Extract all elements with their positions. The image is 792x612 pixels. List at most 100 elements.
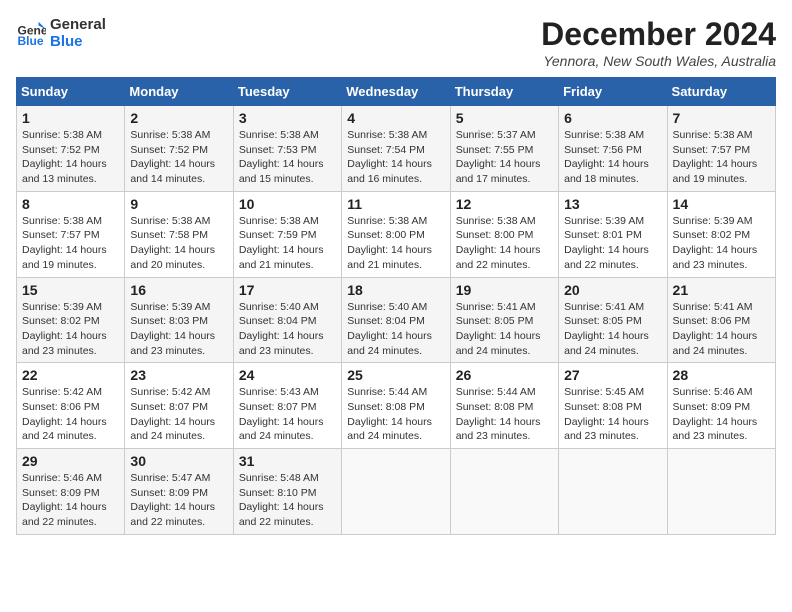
day-number: 22 [22,367,119,383]
daylight-label: Daylight: 14 hoursand 24 minutes. [347,416,432,443]
sunrise-label: Sunrise: 5:38 AM [130,129,210,141]
day-info: Sunrise: 5:40 AM Sunset: 8:04 PM Dayligh… [347,300,444,359]
daylight-label: Daylight: 14 hoursand 19 minutes. [673,158,758,185]
sunset-label: Sunset: 7:57 PM [673,144,751,156]
sunrise-label: Sunrise: 5:44 AM [456,386,536,398]
sunrise-label: Sunrise: 5:39 AM [22,301,102,313]
day-info: Sunrise: 5:46 AM Sunset: 8:09 PM Dayligh… [673,385,770,444]
daylight-label: Daylight: 14 hoursand 22 minutes. [564,244,649,271]
day-number: 16 [130,282,227,298]
day-cell: 26 Sunrise: 5:44 AM Sunset: 8:08 PM Dayl… [450,363,558,449]
day-cell: 14 Sunrise: 5:39 AM Sunset: 8:02 PM Dayl… [667,191,775,277]
daylight-label: Daylight: 14 hoursand 13 minutes. [22,158,107,185]
sunrise-label: Sunrise: 5:46 AM [673,386,753,398]
daylight-label: Daylight: 14 hoursand 18 minutes. [564,158,649,185]
day-info: Sunrise: 5:38 AM Sunset: 7:52 PM Dayligh… [22,128,119,187]
sunset-label: Sunset: 8:09 PM [673,401,751,413]
sunset-label: Sunset: 7:59 PM [239,229,317,241]
day-cell: 22 Sunrise: 5:42 AM Sunset: 8:06 PM Dayl… [17,363,125,449]
sunset-label: Sunset: 8:05 PM [564,315,642,327]
daylight-label: Daylight: 14 hoursand 14 minutes. [130,158,215,185]
daylight-label: Daylight: 14 hoursand 23 minutes. [564,416,649,443]
day-header-sunday: Sunday [17,78,125,106]
sunrise-label: Sunrise: 5:39 AM [564,215,644,227]
daylight-label: Daylight: 14 hoursand 24 minutes. [239,416,324,443]
sunset-label: Sunset: 8:00 PM [456,229,534,241]
sunset-label: Sunset: 7:52 PM [22,144,100,156]
day-cell: 18 Sunrise: 5:40 AM Sunset: 8:04 PM Dayl… [342,277,450,363]
day-number: 15 [22,282,119,298]
logo: General Blue General Blue [16,16,106,50]
sunrise-label: Sunrise: 5:42 AM [22,386,102,398]
day-number: 18 [347,282,444,298]
sunset-label: Sunset: 8:10 PM [239,487,317,499]
day-header-saturday: Saturday [667,78,775,106]
day-info: Sunrise: 5:43 AM Sunset: 8:07 PM Dayligh… [239,385,336,444]
day-info: Sunrise: 5:38 AM Sunset: 7:58 PM Dayligh… [130,214,227,273]
month-year: December 2024 [541,16,776,53]
sunset-label: Sunset: 8:00 PM [347,229,425,241]
day-info: Sunrise: 5:41 AM Sunset: 8:05 PM Dayligh… [456,300,553,359]
day-info: Sunrise: 5:38 AM Sunset: 7:59 PM Dayligh… [239,214,336,273]
day-cell: 13 Sunrise: 5:39 AM Sunset: 8:01 PM Dayl… [559,191,667,277]
sunset-label: Sunset: 8:05 PM [456,315,534,327]
day-cell: 5 Sunrise: 5:37 AM Sunset: 7:55 PM Dayli… [450,106,558,192]
day-info: Sunrise: 5:38 AM Sunset: 8:00 PM Dayligh… [456,214,553,273]
week-row-4: 22 Sunrise: 5:42 AM Sunset: 8:06 PM Dayl… [17,363,776,449]
day-info: Sunrise: 5:38 AM Sunset: 7:54 PM Dayligh… [347,128,444,187]
daylight-label: Daylight: 14 hoursand 21 minutes. [239,244,324,271]
sunset-label: Sunset: 7:57 PM [22,229,100,241]
day-cell [450,449,558,535]
day-info: Sunrise: 5:38 AM Sunset: 7:53 PM Dayligh… [239,128,336,187]
day-number: 31 [239,453,336,469]
day-number: 1 [22,110,119,126]
daylight-label: Daylight: 14 hoursand 23 minutes. [130,330,215,357]
day-cell: 23 Sunrise: 5:42 AM Sunset: 8:07 PM Dayl… [125,363,233,449]
day-number: 29 [22,453,119,469]
day-info: Sunrise: 5:38 AM Sunset: 8:00 PM Dayligh… [347,214,444,273]
sunrise-label: Sunrise: 5:38 AM [347,215,427,227]
daylight-label: Daylight: 14 hoursand 24 minutes. [564,330,649,357]
sunrise-label: Sunrise: 5:41 AM [673,301,753,313]
week-row-1: 1 Sunrise: 5:38 AM Sunset: 7:52 PM Dayli… [17,106,776,192]
sunset-label: Sunset: 8:01 PM [564,229,642,241]
sunrise-label: Sunrise: 5:40 AM [347,301,427,313]
sunrise-label: Sunrise: 5:38 AM [239,129,319,141]
day-info: Sunrise: 5:44 AM Sunset: 8:08 PM Dayligh… [456,385,553,444]
day-info: Sunrise: 5:39 AM Sunset: 8:01 PM Dayligh… [564,214,661,273]
sunrise-label: Sunrise: 5:38 AM [456,215,536,227]
sunset-label: Sunset: 8:06 PM [673,315,751,327]
daylight-label: Daylight: 14 hoursand 16 minutes. [347,158,432,185]
day-cell: 28 Sunrise: 5:46 AM Sunset: 8:09 PM Dayl… [667,363,775,449]
day-number: 26 [456,367,553,383]
day-info: Sunrise: 5:38 AM Sunset: 7:57 PM Dayligh… [22,214,119,273]
header-row: SundayMondayTuesdayWednesdayThursdayFrid… [17,78,776,106]
day-cell: 9 Sunrise: 5:38 AM Sunset: 7:58 PM Dayli… [125,191,233,277]
logo-icon: General Blue [16,18,46,48]
sunset-label: Sunset: 7:53 PM [239,144,317,156]
daylight-label: Daylight: 14 hoursand 22 minutes. [22,501,107,528]
sunrise-label: Sunrise: 5:41 AM [456,301,536,313]
day-cell: 17 Sunrise: 5:40 AM Sunset: 8:04 PM Dayl… [233,277,341,363]
location: Yennora, New South Wales, Australia [541,53,776,69]
week-row-3: 15 Sunrise: 5:39 AM Sunset: 8:02 PM Dayl… [17,277,776,363]
day-header-tuesday: Tuesday [233,78,341,106]
sunrise-label: Sunrise: 5:39 AM [673,215,753,227]
sunset-label: Sunset: 8:09 PM [22,487,100,499]
day-cell [342,449,450,535]
calendar-table: SundayMondayTuesdayWednesdayThursdayFrid… [16,77,776,535]
sunset-label: Sunset: 8:07 PM [130,401,208,413]
day-info: Sunrise: 5:38 AM Sunset: 7:52 PM Dayligh… [130,128,227,187]
day-info: Sunrise: 5:44 AM Sunset: 8:08 PM Dayligh… [347,385,444,444]
day-number: 9 [130,196,227,212]
daylight-label: Daylight: 14 hoursand 22 minutes. [130,501,215,528]
day-info: Sunrise: 5:46 AM Sunset: 8:09 PM Dayligh… [22,471,119,530]
sunrise-label: Sunrise: 5:38 AM [564,129,644,141]
day-number: 6 [564,110,661,126]
day-cell: 16 Sunrise: 5:39 AM Sunset: 8:03 PM Dayl… [125,277,233,363]
day-number: 30 [130,453,227,469]
daylight-label: Daylight: 14 hoursand 23 minutes. [673,244,758,271]
day-info: Sunrise: 5:38 AM Sunset: 7:57 PM Dayligh… [673,128,770,187]
day-cell: 3 Sunrise: 5:38 AM Sunset: 7:53 PM Dayli… [233,106,341,192]
daylight-label: Daylight: 14 hoursand 22 minutes. [239,501,324,528]
